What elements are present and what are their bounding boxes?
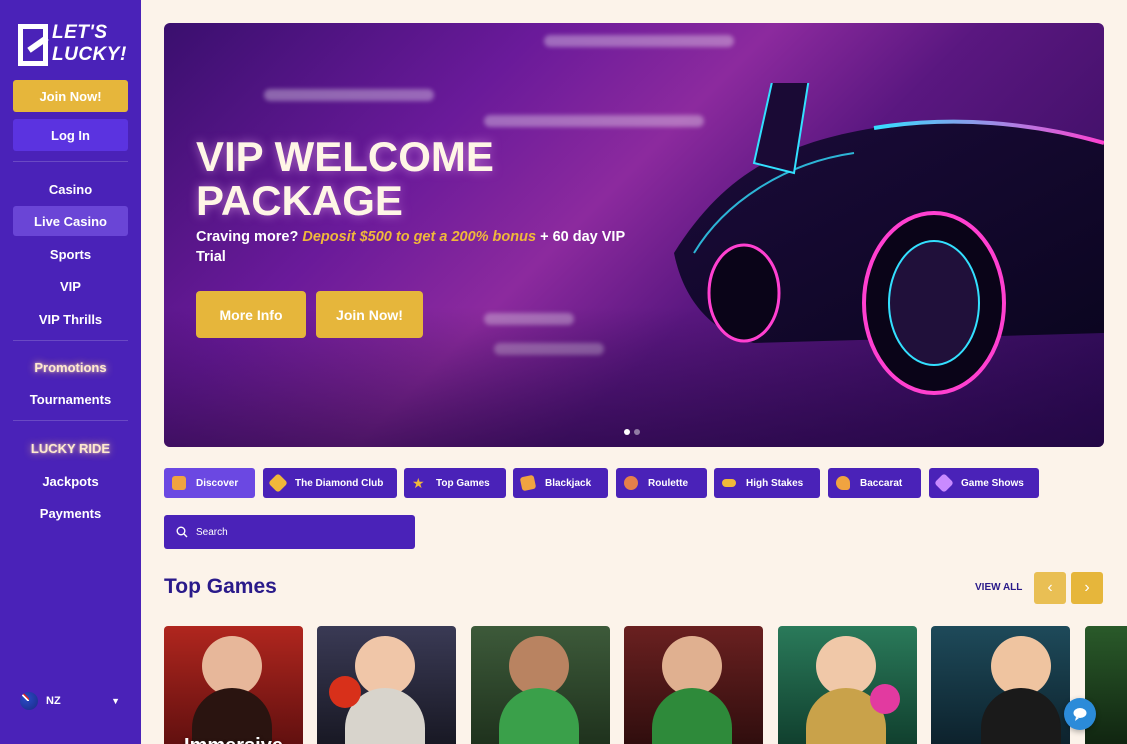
star-icon: ★ [412, 475, 425, 491]
language-code: NZ [46, 695, 61, 707]
carousel-prev-button[interactable]: ‹ [1034, 572, 1066, 604]
sidebar-item-sports[interactable]: Sports [13, 239, 128, 269]
game-card[interactable] [471, 626, 610, 744]
category-high-stakes[interactable]: High Stakes [714, 468, 820, 498]
dealer-avatar [991, 636, 1051, 696]
sidebar-join-button[interactable]: Join Now! [13, 80, 128, 112]
sidebar-item-payments[interactable]: Payments [13, 498, 128, 528]
hero-title: VIP WELCOME PACKAGE [196, 133, 494, 224]
sidebar-item-promotions[interactable]: Promotions [13, 352, 128, 382]
sidebar-divider [13, 161, 128, 162]
logo-text-line2: LUCKY! [52, 44, 127, 65]
dealer-avatar [202, 636, 262, 696]
dealer-avatar [509, 636, 569, 696]
chips-icon [722, 479, 736, 487]
category-discover[interactable]: Discover [164, 468, 255, 498]
game-card[interactable] [778, 626, 917, 744]
dealer-avatar [662, 636, 722, 696]
sidebar-item-vip[interactable]: VIP [13, 271, 128, 301]
game-card[interactable] [931, 626, 1070, 744]
brand-logo[interactable]: LET'S LUCKY! [18, 22, 127, 70]
logo-text-line1: LET'S [52, 22, 108, 43]
chevron-down-icon: ▼ [111, 696, 120, 706]
nz-flag-icon [20, 692, 38, 710]
discover-icon [172, 476, 186, 490]
carousel-dot[interactable] [624, 429, 630, 435]
more-info-button[interactable]: More Info [196, 291, 306, 338]
sidebar-item-vip-thrills[interactable]: VIP Thrills [13, 304, 128, 334]
sports-car-illustration [674, 83, 1104, 395]
hero-bonus-highlight: Deposit $500 to get a 200% bonus [302, 229, 537, 245]
diamond-icon [268, 473, 288, 493]
hero-subtitle: Craving more? Deposit $500 to get a 200%… [196, 229, 625, 265]
chevron-left-icon: ‹ [1047, 579, 1053, 596]
sidebar: LET'S LUCKY! Join Now! Log In Casino Liv… [0, 0, 141, 744]
wheel-icon [870, 684, 900, 714]
search-input[interactable] [196, 526, 396, 538]
logo-mark-icon [18, 24, 48, 66]
category-diamond-club[interactable]: The Diamond Club [263, 468, 397, 498]
carousel-next-button[interactable]: › [1071, 572, 1103, 604]
category-top-games[interactable]: ★ Top Games [404, 468, 506, 498]
category-blackjack[interactable]: Blackjack [513, 468, 608, 498]
game-card[interactable] [317, 626, 456, 744]
search-icon [176, 526, 188, 538]
game-card[interactable] [624, 626, 763, 744]
dealer-avatar [816, 636, 876, 696]
gameshow-icon [934, 473, 954, 493]
game-card[interactable] [1085, 626, 1127, 744]
game-card[interactable]: Immersive [164, 626, 303, 744]
sidebar-login-button[interactable]: Log In [13, 119, 128, 151]
chat-icon [1073, 708, 1087, 721]
hero-banner[interactable]: VIP WELCOME PACKAGE Craving more? Deposi… [164, 23, 1104, 447]
game-card-title: Immersive [164, 735, 303, 744]
dealer-avatar [355, 636, 415, 696]
sidebar-item-live-casino[interactable]: Live Casino [13, 206, 128, 236]
view-all-link[interactable]: VIEW ALL [975, 582, 1022, 593]
chat-button[interactable] [1064, 698, 1096, 730]
sidebar-item-tournaments[interactable]: Tournaments [13, 384, 128, 414]
carousel-dot[interactable] [634, 429, 640, 435]
category-roulette[interactable]: Roulette [616, 468, 707, 498]
sidebar-divider [13, 340, 128, 341]
sidebar-item-lucky-ride[interactable]: LUCKY RIDE [13, 433, 128, 463]
sidebar-divider [13, 420, 128, 421]
language-selector[interactable]: NZ ▼ [20, 690, 120, 712]
baccarat-icon [836, 476, 850, 490]
category-game-shows[interactable]: Game Shows [929, 468, 1039, 498]
hero-join-button[interactable]: Join Now! [316, 291, 423, 338]
sidebar-item-jackpots[interactable]: Jackpots [13, 466, 128, 496]
ball-icon [329, 676, 361, 708]
cards-icon [519, 474, 537, 492]
section-title-top-games: Top Games [164, 575, 277, 598]
category-baccarat[interactable]: Baccarat [828, 468, 921, 498]
carousel-dots [624, 429, 640, 435]
sidebar-item-casino[interactable]: Casino [13, 174, 128, 204]
game-search[interactable] [164, 515, 415, 549]
chevron-right-icon: › [1084, 579, 1090, 596]
roulette-icon [624, 476, 638, 490]
